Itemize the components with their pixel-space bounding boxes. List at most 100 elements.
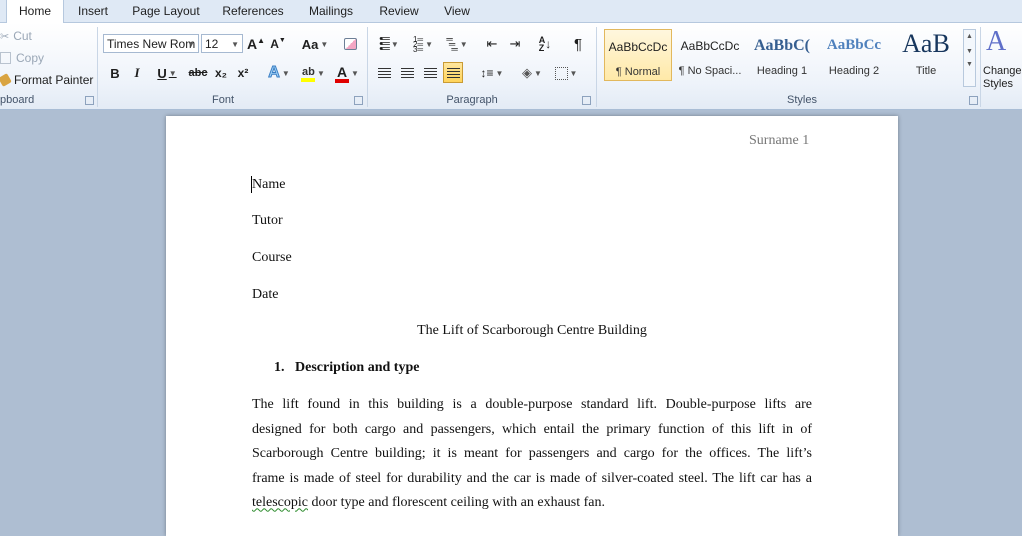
chevron-down-icon: ▼ bbox=[187, 40, 195, 49]
style-heading-1[interactable]: AaBbC( Heading 1 bbox=[748, 29, 816, 81]
highlighter-icon: ab bbox=[301, 66, 316, 82]
shrink-font-button[interactable]: A ▼ bbox=[269, 34, 287, 54]
align-center-icon bbox=[400, 68, 414, 78]
decrease-indent-button[interactable]: ⇤ bbox=[482, 34, 502, 54]
chevron-down-icon: ▼ bbox=[351, 68, 359, 78]
show-formatting-button[interactable]: ¶ bbox=[568, 34, 588, 54]
caret-down-icon: ▼ bbox=[278, 36, 286, 44]
text-effects-icon: A bbox=[268, 64, 281, 82]
font-size-combo[interactable]: 12 ▼ bbox=[201, 34, 243, 53]
tab-home[interactable]: Home bbox=[6, 0, 64, 23]
cut-button[interactable]: ✂ Cut bbox=[0, 26, 60, 46]
numbered-list-icon: 1═ 2═ 3═ bbox=[412, 34, 424, 54]
chevron-down-icon: ▼ bbox=[281, 68, 290, 78]
border-icon bbox=[554, 66, 568, 80]
paintbrush-icon bbox=[0, 73, 12, 87]
style-normal[interactable]: AaBbCcDc ¶ Normal bbox=[604, 29, 672, 81]
tab-page-layout[interactable]: Page Layout bbox=[124, 0, 208, 22]
tab-view[interactable]: View bbox=[434, 0, 480, 22]
multilevel-list-icon: ═ ═ ═ bbox=[446, 33, 458, 54]
line-spacing-icon: ↕≡ bbox=[480, 66, 494, 80]
scissors-icon: ✂ bbox=[0, 30, 10, 43]
tab-review[interactable]: Review bbox=[370, 0, 428, 22]
student-name: Name bbox=[252, 177, 286, 192]
style-heading-2[interactable]: AaBbCc Heading 2 bbox=[820, 29, 888, 81]
font-color-swatch bbox=[335, 79, 350, 83]
chevron-down-icon: ▼ bbox=[534, 68, 542, 78]
align-center-button[interactable] bbox=[397, 63, 417, 83]
multilevel-list-button[interactable]: ═ ═ ═ ▼ bbox=[442, 34, 472, 54]
font-name-combo[interactable]: Times New Rom ▼ bbox=[103, 34, 199, 53]
chevron-down-icon: ▼ bbox=[231, 40, 239, 49]
subscript-button[interactable]: x₂ bbox=[211, 63, 231, 83]
change-case-button[interactable]: Aa ▼ bbox=[300, 34, 330, 54]
format-painter-button[interactable]: Format Painter bbox=[0, 70, 94, 90]
body-paragraph: The lift found in this building is a dou… bbox=[252, 393, 812, 516]
tab-references[interactable]: References bbox=[214, 0, 292, 22]
paragraph-line: The lift found in this building is a dou… bbox=[252, 397, 812, 412]
date-line: Date bbox=[252, 287, 279, 302]
font-dialog-launcher[interactable] bbox=[354, 96, 363, 105]
increase-indent-button[interactable]: ⇥ bbox=[505, 34, 525, 54]
outdent-icon: ⇤ bbox=[486, 36, 498, 51]
arrow-down-icon: ↓ bbox=[545, 37, 552, 51]
strikethrough-button[interactable]: abc bbox=[187, 63, 209, 83]
chevron-down-icon: ▼ bbox=[168, 68, 177, 78]
clipboard-dialog-launcher[interactable] bbox=[85, 96, 94, 105]
justify-icon bbox=[446, 67, 460, 78]
numbering-button[interactable]: 1═ 2═ 3═ ▼ bbox=[408, 34, 438, 54]
styles-group-label: Styles bbox=[787, 94, 817, 106]
align-left-button[interactable] bbox=[374, 63, 394, 83]
chevron-down-icon: ▼ bbox=[495, 68, 504, 78]
bullets-button[interactable]: •═ •═ •═ ▼ bbox=[374, 33, 404, 54]
paragraph-line: designed for both cargo and passengers, … bbox=[252, 421, 812, 437]
sort-button[interactable]: A Z ↓ bbox=[535, 34, 555, 54]
align-right-button[interactable] bbox=[420, 63, 440, 83]
borders-button[interactable]: ▼ bbox=[551, 63, 581, 83]
font-color-button[interactable]: A ▼ bbox=[332, 63, 362, 83]
group-separator bbox=[980, 27, 981, 107]
eraser-icon bbox=[343, 38, 357, 50]
line-spacing-button[interactable]: ↕≡ ▼ bbox=[477, 63, 507, 83]
group-separator bbox=[97, 27, 98, 107]
section-heading: 1. Description and type bbox=[274, 360, 420, 375]
chevron-down-icon: ▼ bbox=[390, 39, 399, 49]
highlight-color-button[interactable]: ab ▼ bbox=[298, 63, 328, 83]
justify-button[interactable] bbox=[443, 62, 463, 83]
grow-font-button[interactable]: A ▲ bbox=[247, 34, 265, 54]
paint-bucket-icon: ◈ bbox=[522, 65, 533, 80]
copy-button[interactable]: Copy bbox=[0, 48, 60, 68]
group-separator bbox=[367, 27, 368, 107]
change-styles-button[interactable]: A Change Styles bbox=[982, 26, 1022, 90]
change-styles-icon: A bbox=[986, 26, 1007, 57]
tab-insert[interactable]: Insert bbox=[68, 0, 118, 22]
style-title[interactable]: AaB Title bbox=[892, 29, 960, 81]
paragraph-dialog-launcher[interactable] bbox=[582, 96, 591, 105]
chevron-down-icon: ▼ bbox=[569, 68, 578, 78]
chevron-down-icon: ▼ bbox=[425, 39, 434, 49]
chevron-down-icon: ▼ bbox=[459, 39, 468, 49]
ribbon-tabs: Home Insert Page Layout References Maili… bbox=[0, 0, 1022, 23]
text-effects-button[interactable]: A ▼ bbox=[264, 63, 294, 83]
styles-gallery-scroll[interactable]: ▲ ▼ ▼ bbox=[963, 29, 976, 87]
misspelled-word[interactable]: telescopic bbox=[252, 495, 308, 510]
more-styles-icon: ▼ bbox=[966, 61, 973, 68]
document-page[interactable]: Surname 1 Name Tutor Course Date The Lif… bbox=[166, 116, 898, 536]
copy-icon bbox=[0, 52, 11, 64]
italic-button[interactable]: I bbox=[128, 63, 146, 83]
paragraph-group-label: Paragraph bbox=[446, 94, 498, 106]
shading-button[interactable]: ◈ ▼ bbox=[517, 63, 547, 83]
scroll-up-icon: ▲ bbox=[966, 33, 973, 40]
underline-button[interactable]: U ▼ bbox=[150, 63, 184, 83]
clear-formatting-button[interactable] bbox=[340, 34, 360, 54]
font-color-icon: A bbox=[335, 64, 350, 83]
tab-mailings[interactable]: Mailings bbox=[298, 0, 364, 22]
styles-dialog-launcher[interactable] bbox=[969, 96, 978, 105]
caret-up-icon: ▲ bbox=[257, 35, 266, 45]
superscript-button[interactable]: x² bbox=[233, 63, 253, 83]
align-left-icon bbox=[377, 68, 391, 78]
style-no-spacing[interactable]: AaBbCcDc ¶ No Spaci... bbox=[676, 29, 744, 81]
ribbon: ✂ Cut Copy Format Painter pboard Times N… bbox=[0, 23, 1022, 110]
highlight-swatch bbox=[301, 78, 316, 82]
bold-button[interactable]: B bbox=[106, 63, 124, 83]
